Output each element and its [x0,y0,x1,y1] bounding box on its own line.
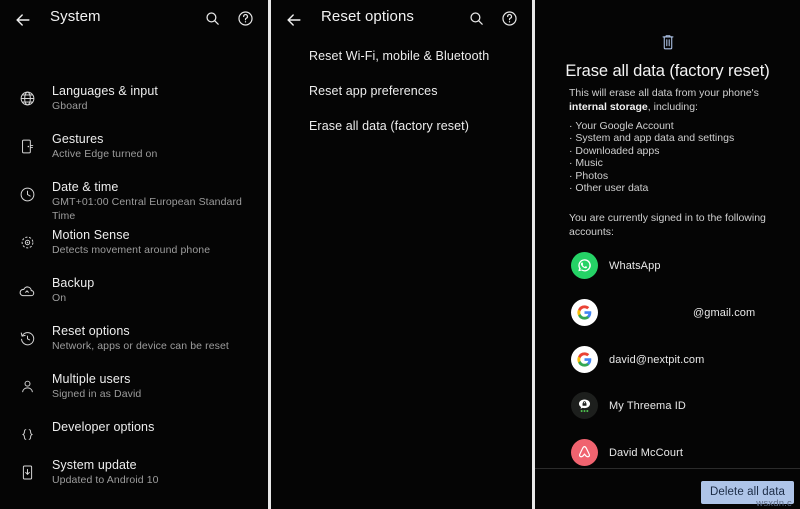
row-title: Reset options [52,324,130,338]
row-title: Gestures [52,132,104,146]
account-name: My Threema ID [609,399,686,412]
panel-reset-options: Reset options Reset Wi-Fi, mobile & Blue… [271,0,532,509]
airbnb-icon [571,439,598,466]
sidebar-item-gestures[interactable]: Gestures Active Edge turned on [0,132,268,163]
list-item: · Music [569,157,603,170]
sidebar-item-backup[interactable]: Backup On [0,276,268,307]
footer-divider [535,468,800,469]
account-row-airbnb: David McCourt [571,439,683,466]
row-subtitle: Gboard [52,100,88,112]
account-row-google-nextpit: david@nextpit.com [571,346,704,373]
erase-dialog-title: Erase all data (factory reset) [565,62,770,80]
account-name: @gmail.com [693,306,756,319]
delete-all-data-button[interactable]: Delete all data [700,481,794,504]
panel-erase-all-data: Erase all data (factory reset) This will… [535,0,800,509]
threema-icon [571,392,598,419]
account-name: david@nextpit.com [609,353,705,366]
page-title: Reset options [321,8,415,25]
account-name: David McCourt [609,446,684,459]
arrow-back-icon[interactable] [13,10,33,30]
help-circle-icon[interactable] [237,10,254,27]
list-item: · Other user data [569,182,649,195]
row-title: Languages & input [52,84,158,98]
panel-system-settings: System Languages & input Gboard Gestures… [0,0,268,509]
account-row-google-gmail: @gmail.com [571,299,755,326]
sidebar-item-date-time[interactable]: Date & time GMT+01:00 Central European S… [0,180,268,225]
description-bold: internal storage [569,101,648,113]
list-item: · Photos [569,169,609,182]
trash-can-icon [535,33,800,51]
erase-bullet-list: · Your Google Account · System and app d… [569,120,734,194]
person-icon [14,372,40,395]
row-subtitle: Signed in as David [52,388,142,400]
list-item: · Your Google Account [569,120,674,132]
search-icon[interactable] [468,10,485,27]
erase-dialog-description: This will erase all data from your phone… [569,86,782,114]
row-subtitle: Active Edge turned on [52,148,158,160]
row-title: System update [52,458,137,472]
row-title: Backup [52,276,95,290]
description-suffix: , including: [647,101,698,113]
gesture-phone-icon [14,132,40,155]
sidebar-item-motion-sense[interactable]: Motion Sense Detects movement around pho… [0,228,268,259]
whatsapp-icon [571,252,598,279]
help-circle-icon[interactable] [501,10,518,27]
reset-appbar-actions [468,10,518,27]
row-title: Motion Sense [52,228,130,242]
reset-option-erase-all-data[interactable]: Erase all data (factory reset) [309,119,469,133]
google-icon [571,299,598,326]
row-subtitle: Detects movement around phone [52,244,211,256]
row-subtitle: Network, apps or device can be reset [52,340,229,352]
history-restore-icon [14,324,40,347]
reset-option-wifi-mobile-bluetooth[interactable]: Reset Wi-Fi, mobile & Bluetooth [309,49,489,63]
list-item: · System and app data and settings [569,132,735,145]
row-subtitle: On [52,292,67,304]
phone-download-icon [14,458,40,481]
sidebar-item-developer-options[interactable]: Developer options [0,420,268,450]
reset-option-app-preferences[interactable]: Reset app preferences [309,84,438,98]
clock-icon [14,180,40,203]
screenshot-root: System Languages & input Gboard Gestures… [0,0,800,509]
row-title: Multiple users [52,372,131,386]
system-appbar: System [0,0,268,38]
system-appbar-actions [204,10,254,27]
reset-appbar: Reset options [271,0,532,38]
row-title: Developer options [52,420,155,434]
signed-in-accounts-note: You are currently signed in to the follo… [569,212,766,238]
braces-icon [14,420,40,443]
account-name: WhatsApp [609,259,661,272]
search-icon[interactable] [204,10,221,27]
arrow-back-icon[interactable] [284,10,304,30]
sidebar-item-languages-input[interactable]: Languages & input Gboard [0,84,268,115]
sidebar-item-reset-options[interactable]: Reset options Network, apps or device ca… [0,324,268,355]
description-prefix: This will erase all data from your phone… [569,87,759,99]
sidebar-item-multiple-users[interactable]: Multiple users Signed in as David [0,372,268,403]
page-title: System [50,8,101,25]
motion-sense-icon [14,228,40,251]
account-row-whatsapp: WhatsApp [571,252,661,279]
account-row-threema: My Threema ID [571,392,686,419]
row-subtitle: GMT+01:00 Central European Standard Time [52,196,242,222]
sidebar-item-system-update[interactable]: System update Updated to Android 10 [0,458,268,489]
row-title: Date & time [52,180,119,194]
globe-icon [14,84,40,107]
list-item: · Downloaded apps [569,144,660,157]
google-icon [571,346,598,373]
cloud-upload-icon [14,276,40,300]
row-subtitle: Updated to Android 10 [52,474,159,486]
